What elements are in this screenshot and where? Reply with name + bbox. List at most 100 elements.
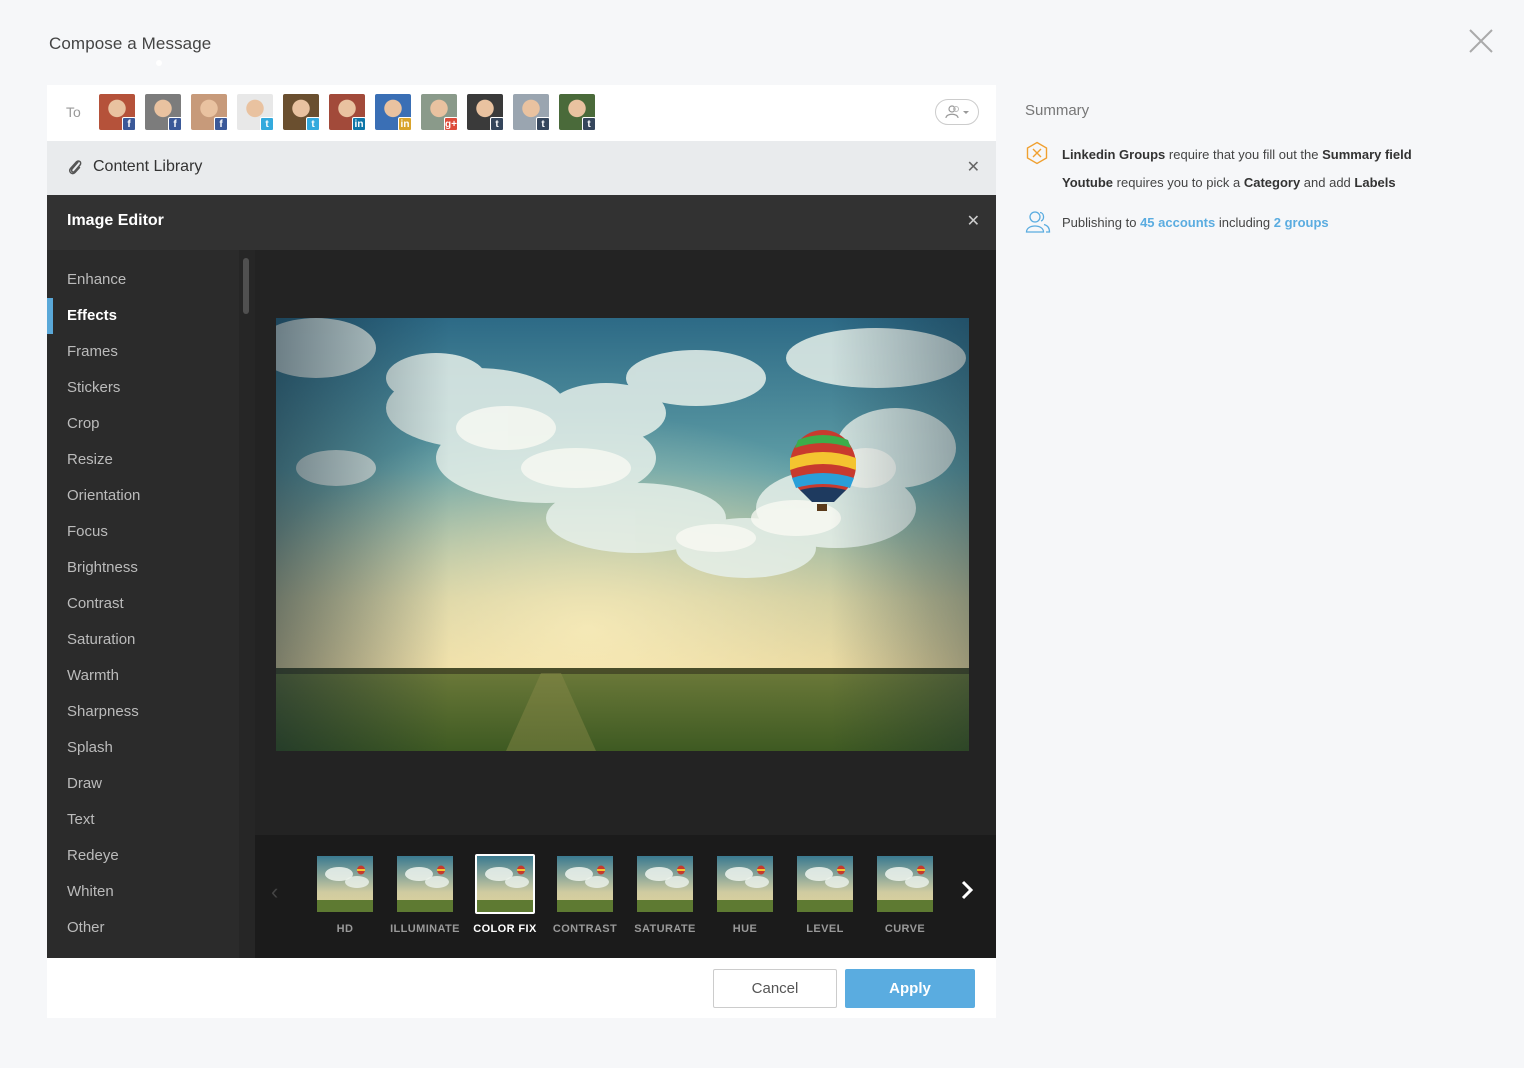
filter-saturate[interactable]: SATURATE (625, 854, 705, 935)
filter-thumbnail (395, 854, 455, 914)
tool-stickers[interactable]: Stickers (47, 370, 255, 406)
apply-button[interactable]: Apply (845, 969, 975, 1008)
content-library-close-icon[interactable]: ✕ (967, 160, 980, 176)
tool-resize[interactable]: Resize (47, 442, 255, 478)
tumblr-icon: t (490, 117, 504, 131)
filter-hue[interactable]: HUE (705, 854, 785, 935)
page-title: Compose a Message (49, 34, 212, 53)
paperclip-icon (68, 160, 82, 175)
compose-panel: To f f f t t in in g+ t t t Content Library ✕ Imag… (47, 85, 996, 1018)
facebook-icon: f (214, 117, 228, 131)
filter-label: CONTRAST (552, 923, 618, 935)
filter-strip: ‹ HD ILLUMINATE COLOR FIX CONTRAST SATURATE H… (255, 835, 996, 958)
tool-warmth[interactable]: Warmth (47, 658, 255, 694)
summary-warnings: Linkedin Groups require that you fill ou… (1025, 141, 1495, 197)
users-icon (1025, 211, 1051, 233)
filter-hd[interactable]: HD (305, 854, 385, 935)
filter-thumbnail (875, 854, 935, 914)
tool-sidebar: Enhance Effects Frames Stickers Crop Resize Or… (47, 250, 255, 958)
tumblr-icon: t (536, 117, 550, 131)
publishing-text: Publishing to 45 accounts including 2 gr… (1062, 215, 1329, 230)
recipient-avatar[interactable]: t (559, 94, 596, 131)
image-editor-header: Image Editor ✕ (47, 195, 996, 250)
users-chevron-icon (945, 105, 969, 119)
warning-linkedin: Linkedin Groups require that you fill ou… (1062, 147, 1412, 162)
filter-curve[interactable]: CURVE (865, 854, 945, 935)
image-editor-body: Enhance Effects Frames Stickers Crop Resize Or… (47, 250, 996, 958)
recipient-avatar[interactable]: f (145, 94, 182, 131)
filters-next-icon[interactable] (958, 878, 976, 902)
filter-illuminate[interactable]: ILLUMINATE (385, 854, 465, 935)
to-label: To (66, 104, 81, 120)
tool-redeye[interactable]: Redeye (47, 838, 255, 874)
tool-whiten[interactable]: Whiten (47, 874, 255, 910)
twitter-icon: t (260, 117, 274, 131)
filter-label: SATURATE (634, 923, 696, 935)
recipient-avatar[interactable]: t (467, 94, 504, 131)
tool-list: Enhance Effects Frames Stickers Crop Resize Or… (47, 250, 255, 946)
filters-prev-icon[interactable]: ‹ (271, 879, 278, 905)
summary-title: Summary (1025, 102, 1090, 119)
tool-sharpness[interactable]: Sharpness (47, 694, 255, 730)
filter-thumbnail (635, 854, 695, 914)
tool-effects[interactable]: Effects (47, 298, 255, 334)
title-indicator (156, 60, 162, 66)
tool-focus[interactable]: Focus (47, 514, 255, 550)
warning-youtube: Youtube requires you to pick a Category … (1062, 175, 1396, 190)
filter-level[interactable]: LEVEL (785, 854, 865, 935)
filter-thumbnail (475, 854, 535, 914)
filter-thumbnail (315, 854, 375, 914)
tool-contrast[interactable]: Contrast (47, 586, 255, 622)
filter-thumbnail (795, 854, 855, 914)
tumblr-icon: t (582, 117, 596, 131)
recipient-avatar[interactable]: t (283, 94, 320, 131)
filter-thumbnail (715, 854, 775, 914)
tool-brightness[interactable]: Brightness (47, 550, 255, 586)
photo-preview (276, 318, 969, 751)
recipient-avatar[interactable]: t (237, 94, 274, 131)
google-plus-icon: g+ (444, 117, 458, 131)
filter-label: LEVEL (806, 923, 844, 935)
tool-draw[interactable]: Draw (47, 766, 255, 802)
accounts-link[interactable]: 45 accounts (1140, 215, 1215, 230)
linkedin-icon: in (398, 117, 412, 131)
filter-label: COLOR FIX (473, 923, 537, 935)
filter-label: HD (336, 923, 354, 935)
recipient-avatar[interactable]: g+ (421, 94, 458, 131)
content-library-label: Content Library (93, 158, 203, 175)
publishing-summary: Publishing to 45 accounts including 2 gr… (1025, 209, 1495, 239)
linkedin-icon: in (352, 117, 366, 131)
tool-other[interactable]: Other (47, 910, 255, 946)
tool-enhance[interactable]: Enhance (47, 262, 255, 298)
filter-label: CURVE (884, 923, 926, 935)
warning-hexagon-icon (1026, 141, 1048, 165)
recipient-avatar[interactable]: in (375, 94, 412, 131)
recipient-groups-dropdown[interactable] (935, 99, 979, 125)
filter-label: ILLUMINATE (390, 923, 460, 935)
filter-color-fix[interactable]: COLOR FIX (465, 854, 545, 935)
cancel-button[interactable]: Cancel (713, 969, 837, 1008)
tool-frames[interactable]: Frames (47, 334, 255, 370)
recipient-avatar[interactable]: in (329, 94, 366, 131)
tool-crop[interactable]: Crop (47, 406, 255, 442)
summary-panel: Summary Linkedin Groups require that you… (1025, 102, 1495, 239)
tool-text[interactable]: Text (47, 802, 255, 838)
recipient-avatars: f f f t t in in g+ t t t (99, 94, 605, 131)
image-canvas (255, 250, 996, 835)
recipient-avatar[interactable]: f (99, 94, 136, 131)
groups-link[interactable]: 2 groups (1274, 215, 1329, 230)
recipient-avatar[interactable]: f (191, 94, 228, 131)
editor-footer: Cancel Apply (47, 958, 996, 1018)
close-dialog-icon[interactable] (1467, 27, 1495, 55)
image-editor-close-icon[interactable]: ✕ (967, 214, 980, 230)
filter-label: HUE (732, 923, 758, 935)
filter-contrast[interactable]: CONTRAST (545, 854, 625, 935)
recipient-avatar[interactable]: t (513, 94, 550, 131)
tool-splash[interactable]: Splash (47, 730, 255, 766)
tool-saturation[interactable]: Saturation (47, 622, 255, 658)
image-editor-title: Image Editor (67, 212, 164, 229)
content-library-bar[interactable]: Content Library ✕ (47, 141, 996, 195)
twitter-icon: t (306, 117, 320, 131)
filter-thumbnail (555, 854, 615, 914)
tool-orientation[interactable]: Orientation (47, 478, 255, 514)
